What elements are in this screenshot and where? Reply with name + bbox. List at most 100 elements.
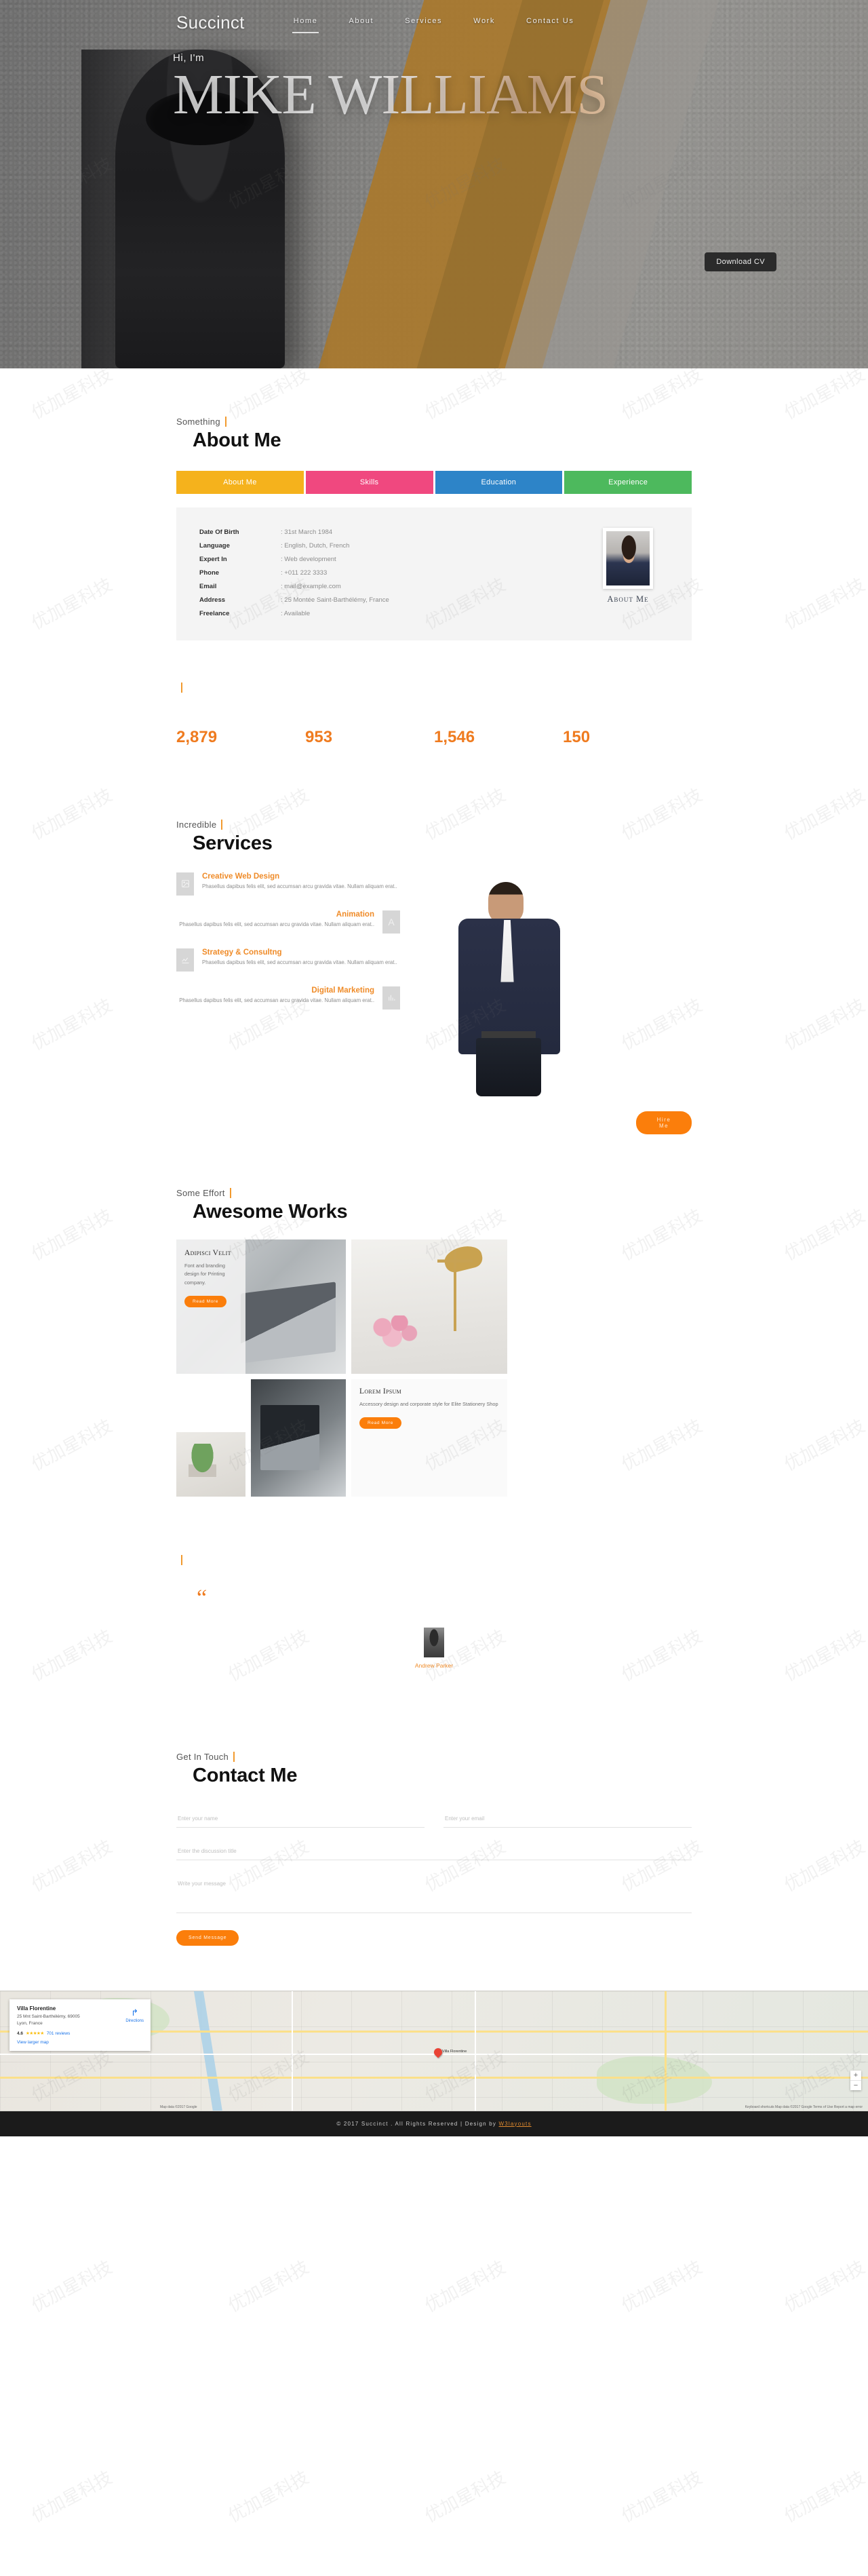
work-thumbnail-lamp-flowers[interactable]: [351, 1239, 507, 1374]
nav-item-contact-us[interactable]: Contact Us: [525, 13, 575, 33]
contact-section: Get In Touch Contact Me Send Message: [0, 1698, 868, 1973]
accent-bar-icon: [221, 819, 223, 830]
watermark-text: 优加星科技: [28, 2256, 116, 2316]
about-tabs: About Me Skills Education Experience: [176, 471, 692, 494]
accent-bar-icon: [181, 682, 182, 693]
work-thumbnail-typing-hands[interactable]: [251, 1379, 346, 1497]
photo-head: [488, 881, 524, 924]
nav-item-about[interactable]: About: [347, 13, 375, 33]
counter-value: 953: [305, 727, 333, 746]
services-section: Incredible Services Creative Web Design …: [0, 774, 868, 1100]
service-item-strategy-consulting[interactable]: Strategy & Consultng Phasellus dapibus f…: [176, 948, 400, 972]
view-larger-map-link[interactable]: View larger map: [17, 2040, 143, 2045]
service-title: Creative Web Design: [202, 872, 280, 881]
lamp-stand: [437, 1250, 473, 1332]
send-message-button[interactable]: Send Message: [176, 1929, 239, 1946]
map-park-area: [597, 2056, 712, 2104]
brand-logo[interactable]: Succinct: [176, 12, 245, 33]
info-label: Email: [199, 582, 217, 590]
map-road: [475, 1991, 476, 2111]
service-text: Digital Marketing Phasellus dapibus feli…: [179, 986, 374, 1005]
directions-arrow-icon: ↱: [131, 2007, 139, 2018]
nav-item-services[interactable]: Services: [403, 13, 443, 33]
info-label: Language: [199, 541, 230, 550]
map-footer-links[interactable]: Keyboard shortcuts Map data ©2017 Google…: [745, 2105, 863, 2109]
tab-about-me[interactable]: About Me: [176, 471, 304, 494]
map-road: [292, 1991, 293, 2111]
tab-skills[interactable]: Skills: [305, 471, 433, 494]
info-row-expert-in: Expert In Web development: [199, 552, 567, 566]
map-address-line-2: Lyon, France: [17, 2020, 43, 2026]
zoom-out-button[interactable]: −: [850, 2079, 861, 2090]
info-row-date-of-birth: Date Of Birth 31st March 1984: [199, 525, 567, 539]
email-input[interactable]: [443, 1809, 692, 1828]
download-cv-button[interactable]: Download CV: [705, 252, 776, 271]
map-section[interactable]: Villa Florentine 25 Mnt Saint-Barthélémy…: [0, 1990, 868, 2111]
about-panel: Date Of Birth 31st March 1984 Language E…: [176, 507, 692, 640]
map-zoom-controls[interactable]: + −: [850, 2070, 861, 2090]
service-title: Animation: [336, 910, 374, 919]
work-thumbnail-plant[interactable]: [176, 1431, 245, 1497]
works-section: Some Effort Awesome Works Adipisci Velit…: [0, 1134, 868, 1497]
work-card-adipisci-velit[interactable]: Adipisci Velit Font and branding design …: [176, 1239, 245, 1374]
contact-subtitle: Get In Touch: [176, 1751, 229, 1762]
work-card-description: Font and branding design for Printing co…: [184, 1262, 225, 1286]
counters-subtitle-row: [176, 682, 182, 693]
zoom-in-button[interactable]: +: [850, 2071, 861, 2080]
counter-item: 2,879: [176, 728, 305, 750]
photo-legs: [476, 1037, 541, 1096]
services-grid: Creative Web Design Phasellus dapibus fe…: [176, 872, 692, 1100]
nav-item-work[interactable]: Work: [472, 13, 496, 33]
watermark-text: 优加星科技: [421, 2467, 509, 2526]
service-description: Phasellus dapibus felis elit, sed accums…: [202, 883, 397, 889]
subject-input[interactable]: [176, 1842, 692, 1860]
message-textarea[interactable]: [176, 1875, 692, 1913]
designer-link[interactable]: W3layouts: [499, 2121, 532, 2127]
flowers: [370, 1315, 419, 1355]
works-title: Awesome Works: [193, 1200, 348, 1223]
works-subtitle: Some Effort: [176, 1187, 225, 1198]
about-info-table: Date Of Birth 31st March 1984 Language E…: [199, 525, 567, 620]
read-more-button[interactable]: Read More: [359, 1417, 402, 1429]
service-item-creative-web-design[interactable]: Creative Web Design Phasellus dapibus fe…: [176, 872, 400, 896]
page-root: Succinct Home About Services Work Contac…: [0, 0, 868, 2526]
watermark-text: 优加星科技: [618, 2256, 706, 2316]
tab-experience[interactable]: Experience: [564, 471, 692, 494]
hire-me-button[interactable]: Hire Me: [636, 1111, 692, 1134]
info-row-language: Language English, Dutch, French: [199, 539, 567, 552]
map-attribution: Map data ©2017 Google: [160, 2104, 197, 2109]
service-text: Strategy & Consultng Phasellus dapibus f…: [202, 948, 397, 967]
info-value: Available: [281, 610, 310, 617]
info-label: Address: [199, 596, 226, 604]
map-road: [665, 1991, 667, 2111]
watermark-text: 优加星科技: [224, 2256, 313, 2316]
services-list: Creative Web Design Phasellus dapibus fe…: [176, 872, 400, 1100]
map-reviews-link[interactable]: 701 reviews: [47, 2031, 71, 2036]
info-row-freelance: Freelance Available: [199, 607, 567, 620]
contact-subtitle-row: Get In Touch: [176, 1751, 235, 1762]
about-photo-column: About Me: [587, 525, 669, 604]
service-item-animation[interactable]: A Animation Phasellus dapibus felis elit…: [176, 910, 400, 934]
counter-item: 953: [305, 728, 434, 750]
service-title: Digital Marketing: [311, 986, 374, 995]
counter-item: 150: [563, 728, 692, 750]
watermark-text: 优加星科技: [224, 2467, 313, 2526]
work-card-lorem-ipsum[interactable]: Lorem Ipsum Accessory design and corpora…: [351, 1379, 507, 1497]
watermark-text: 优加星科技: [781, 2467, 868, 2526]
photo-belt: [481, 1031, 536, 1038]
read-more-button[interactable]: Read More: [184, 1296, 227, 1308]
map-directions-button[interactable]: ↱ Directions: [125, 2007, 144, 2023]
map-river: [193, 1991, 223, 2111]
nav-item-home[interactable]: Home: [292, 13, 319, 33]
name-input[interactable]: [176, 1809, 425, 1828]
tab-education[interactable]: Education: [435, 471, 563, 494]
accent-bar-icon: [224, 417, 226, 427]
about-title: About Me: [193, 429, 281, 451]
main-navigation: Succinct Home About Services Work Contac…: [0, 0, 868, 33]
hero-greeting: Hi, I'm: [173, 52, 205, 64]
service-description: Phasellus dapibus felis elit, sed accums…: [179, 921, 374, 927]
service-item-digital-marketing[interactable]: Digital Marketing Phasellus dapibus feli…: [176, 986, 400, 1010]
nav-links: Home About Services Work Contact Us: [292, 13, 576, 33]
service-title: Strategy & Consultng: [202, 948, 282, 957]
map-place-card[interactable]: Villa Florentine 25 Mnt Saint-Barthélémy…: [9, 1999, 151, 2052]
